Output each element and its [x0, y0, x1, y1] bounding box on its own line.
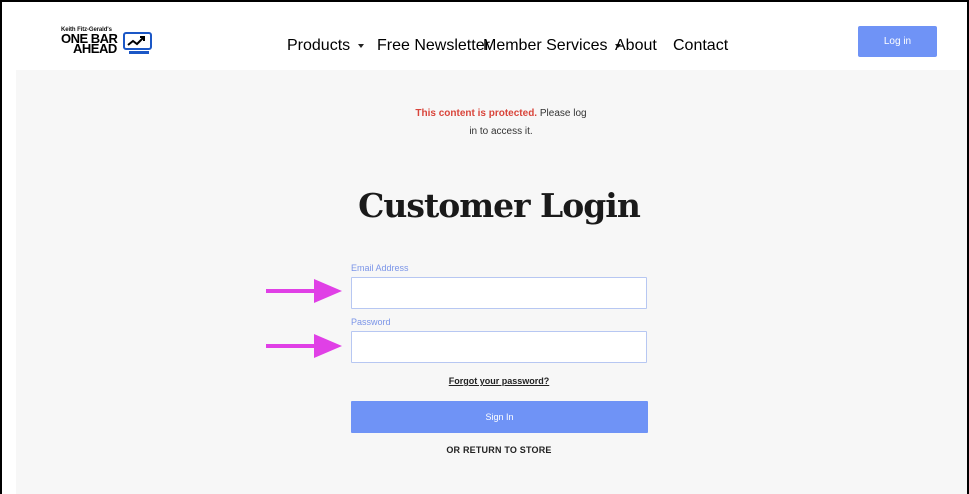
return-to-store-link[interactable]: OR RETURN TO STORE	[351, 445, 647, 455]
logo-line-2: AHEAD	[73, 41, 117, 56]
protected-notice: This content is protected. Please log in…	[376, 105, 626, 141]
nav-contact[interactable]: Contact	[673, 37, 728, 55]
site-logo[interactable]: Keith Fitz-Gerald's ONE BAR AHEAD	[61, 27, 156, 57]
password-label: Password	[351, 317, 391, 327]
nav-products[interactable]: Products	[287, 37, 365, 55]
nav-about-label: About	[615, 37, 657, 54]
nav-about[interactable]: About	[615, 37, 657, 55]
site-header: Keith Fitz-Gerald's ONE BAR AHEAD Produc…	[16, 18, 967, 70]
arrow-right-icon	[266, 334, 342, 358]
notice-message-part2: in to access it.	[469, 126, 533, 137]
nav-member-services[interactable]: Member Services	[483, 37, 622, 55]
protected-warning: This content is protected.	[415, 108, 538, 119]
forgot-password-link[interactable]: Forgot your password?	[351, 376, 647, 386]
chevron-down-icon	[358, 44, 365, 48]
notice-message-part1: Please log	[537, 108, 587, 119]
trend-chart-icon	[123, 32, 152, 54]
page: Keith Fitz-Gerald's ONE BAR AHEAD Produc…	[16, 18, 967, 494]
login-button[interactable]: Log in	[858, 26, 937, 57]
nav-member-services-label: Member Services	[483, 37, 608, 54]
sign-in-button[interactable]: Sign In	[351, 401, 648, 433]
nav-free-newsletter-label: Free Newsletter	[377, 37, 490, 54]
nav-free-newsletter[interactable]: Free Newsletter	[377, 37, 490, 55]
email-label: Email Address	[351, 263, 409, 273]
nav-products-label: Products	[287, 37, 351, 54]
email-field[interactable]	[351, 277, 647, 309]
page-title: Customer Login	[358, 186, 641, 225]
arrow-right-icon	[266, 279, 342, 303]
password-field[interactable]	[351, 331, 647, 363]
notice-line-1: This content is protected. Please log	[376, 105, 626, 123]
nav-contact-label: Contact	[673, 37, 729, 54]
